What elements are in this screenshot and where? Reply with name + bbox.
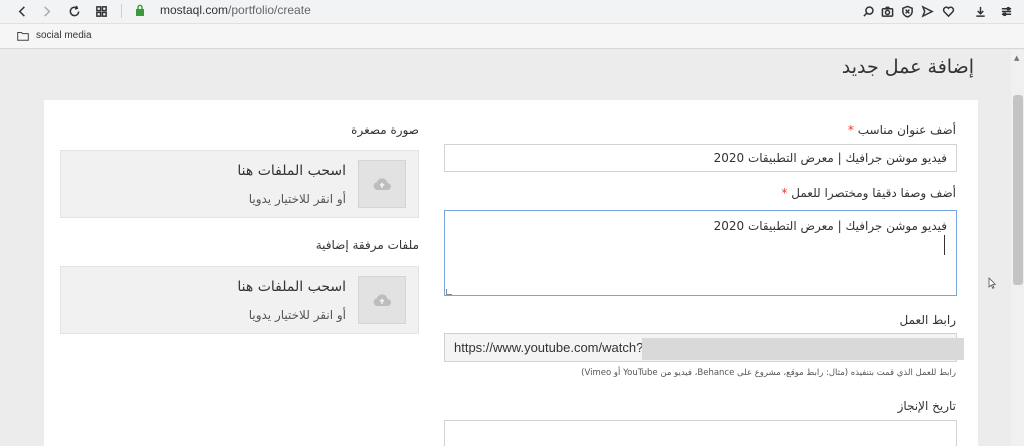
textarea-resize-handle[interactable] [446,289,452,295]
page-scrollbar-thumb[interactable] [1013,95,1023,285]
scroll-up-arrow-icon[interactable]: ▲ [1014,54,1019,62]
description-textarea-value: فيديو موشن جرافيك | معرض التطبيقات 2020 [713,219,947,233]
link-help-text: رابط للعمل الذي قمت بتنفيذه (مثال: رابط … [581,368,956,378]
address-bar[interactable]: mostaql.com/portfolio/create [160,3,311,17]
page-title: إضافة عمل جديد [841,56,974,78]
description-textarea[interactable]: فيديو موشن جرافيك | معرض التطبيقات 2020 [444,210,957,296]
back-icon[interactable] [14,0,30,22]
reload-icon[interactable] [65,0,83,22]
url-host: mostaql.com [160,3,229,17]
camera-icon[interactable] [879,0,895,22]
thumbnail-dropzone[interactable]: اسحب الملفات هنا أو انقر للاختيار يدويا [60,150,419,218]
shield-icon[interactable] [899,0,915,22]
cloud-upload-icon [358,160,406,208]
dropzone-title: اسحب الملفات هنا [237,163,346,179]
search-icon[interactable] [860,0,876,22]
toolbar-separator [121,4,122,18]
forward-icon[interactable] [38,0,54,22]
attachments-label: ملفات مرفقة إضافية [315,238,419,252]
url-path: /portfolio/create [228,3,311,17]
attachments-dropzone[interactable]: اسحب الملفات هنا أو انقر للاختيار يدويا [60,266,419,334]
description-label: أضف وصفا دقيقا ومختصرا للعمل * [781,186,956,200]
mouse-cursor-icon [988,277,996,289]
required-mark: * [847,123,854,137]
date-label: تاريخ الإنجاز [897,399,956,413]
dropzone-subtitle: أو انقر للاختيار يدويا [248,192,346,206]
secure-lock-icon [136,4,144,16]
download-icon[interactable] [972,0,988,22]
dropzone-title: اسحب الملفات هنا [237,279,346,295]
date-input[interactable] [444,420,957,446]
heart-icon[interactable] [940,0,956,22]
link-input-value: https://www.youtube.com/watch? [454,340,644,355]
cloud-upload-icon [358,276,406,324]
redacted-link-area [642,338,964,360]
required-mark: * [781,186,788,200]
bookmarks-bar: social media [0,24,1024,49]
browser-toolbar: mostaql.com/portfolio/create [0,0,1024,24]
folder-icon [17,32,29,41]
send-icon[interactable] [919,0,935,22]
dropzone-subtitle: أو انقر للاختيار يدويا [248,308,346,322]
bookmark-social-media[interactable]: social media [36,30,92,41]
title-input[interactable]: فيديو موشن جرافيك | معرض التطبيقات 2020 [444,144,957,172]
link-label: رابط العمل [899,313,956,327]
title-label: أضف عنوان مناسب * [847,123,956,137]
thumbnail-label: صورة مصغرة [351,123,419,137]
apps-grid-icon[interactable] [92,0,110,22]
settings-sliders-icon[interactable] [998,0,1014,22]
title-input-value: فيديو موشن جرافيك | معرض التطبيقات 2020 [713,151,947,165]
text-caret [944,235,945,255]
